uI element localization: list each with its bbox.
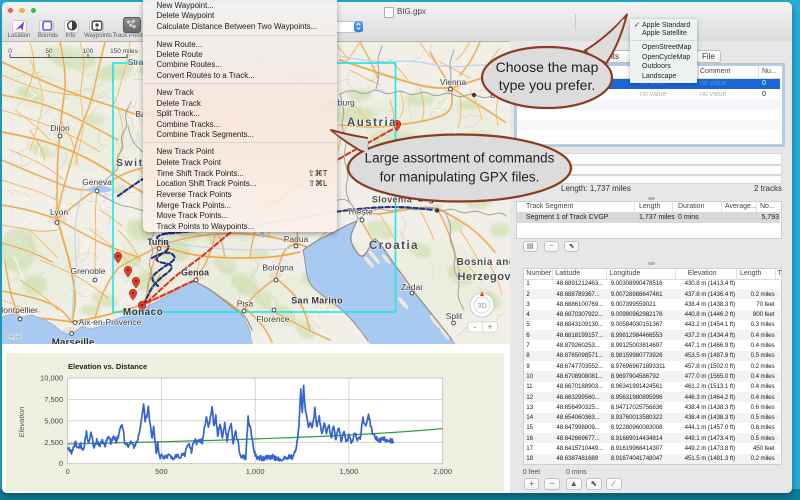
svg-text:for manipulating GPX files.: for manipulating GPX files. (380, 170, 540, 185)
svg-text:type you prefer.: type you prefer. (499, 77, 596, 93)
svg-text:Large assortment of commands: Large assortment of commands (365, 151, 555, 166)
svg-text:Choose the map: Choose the map (496, 59, 599, 75)
